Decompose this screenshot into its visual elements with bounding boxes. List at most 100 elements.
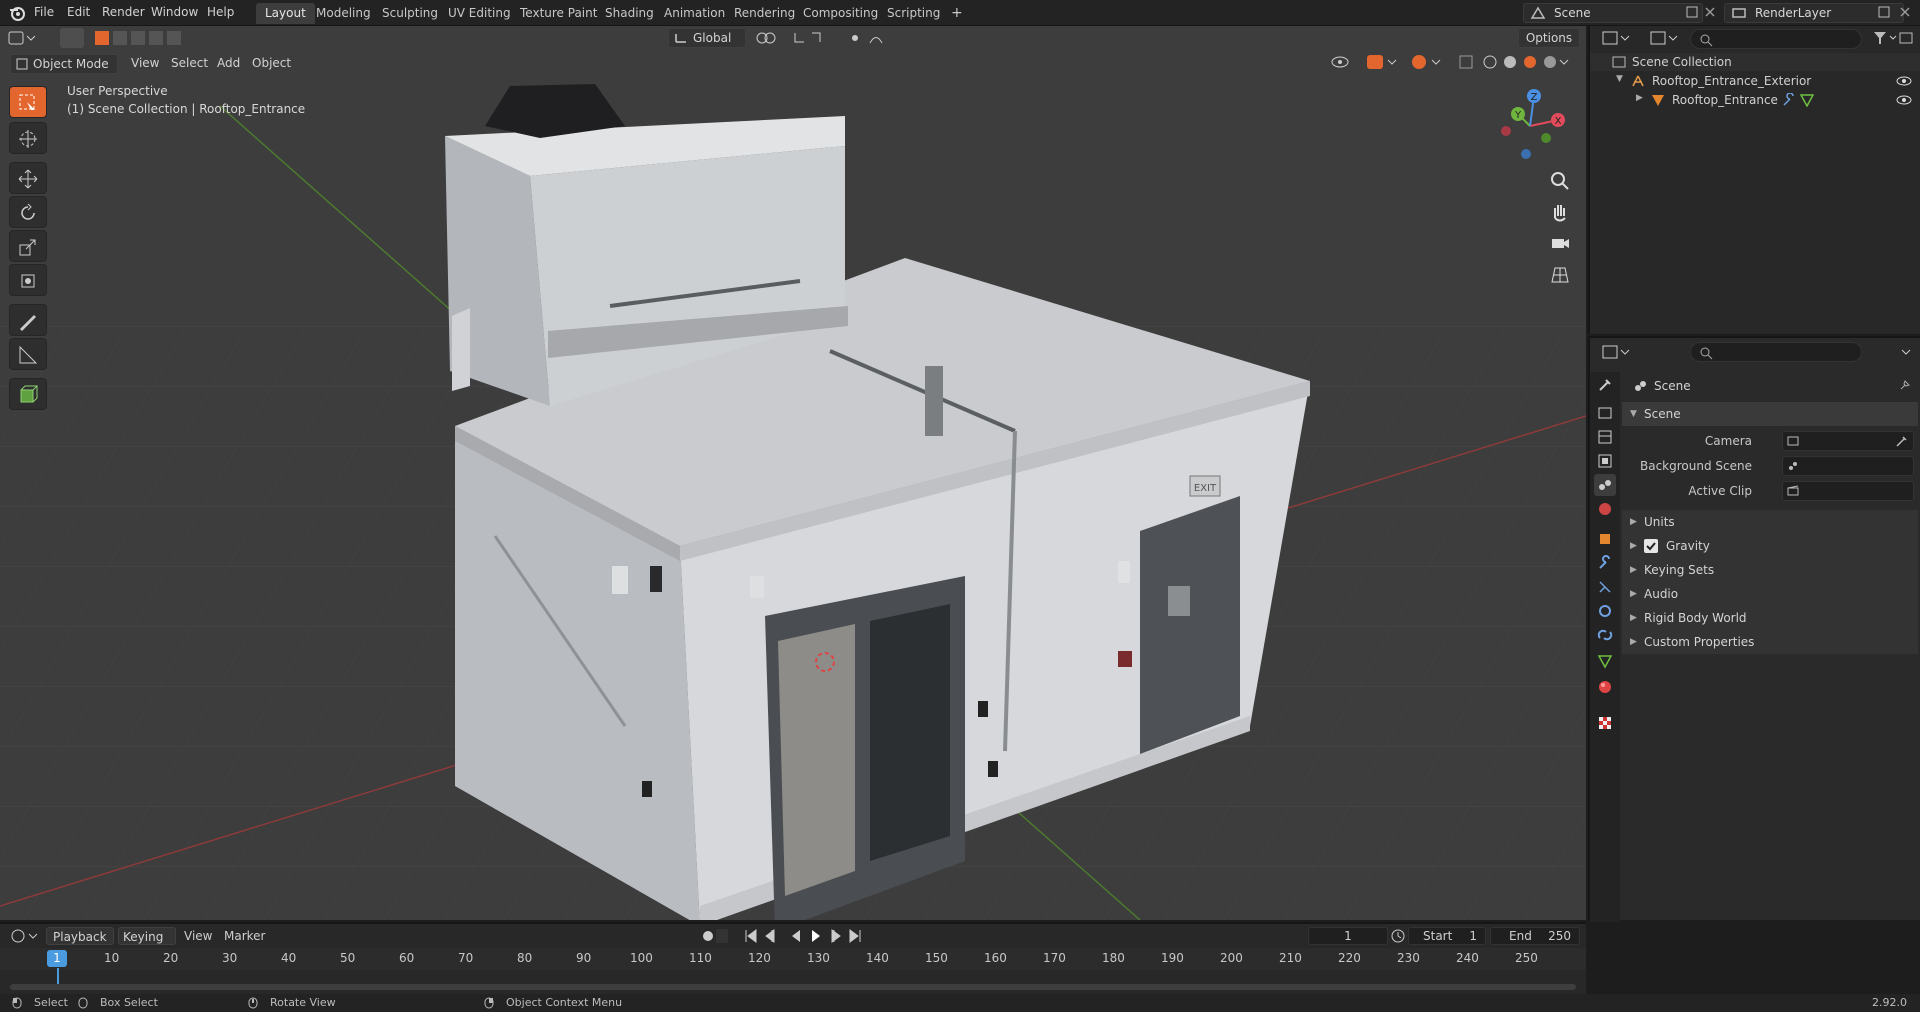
viewport-scene[interactable]: EXIT [0, 26, 1586, 920]
3d-viewport[interactable]: EXIT User Perspective (1) Scene Collecti… [0, 26, 1586, 920]
transform-orientation-dropdown[interactable]: Global [668, 28, 746, 48]
scene-tab-icon[interactable] [1594, 474, 1616, 496]
outliner-search-input[interactable] [1690, 29, 1862, 49]
timeline-menu-marker[interactable]: Marker [224, 929, 265, 943]
playback-controls-icon[interactable] [744, 928, 864, 944]
camera-view-icon[interactable] [1547, 230, 1573, 256]
custom-properties-section-header[interactable]: ▶ Custom Properties [1622, 630, 1918, 654]
menu-file[interactable]: File [34, 5, 54, 19]
tab-compositing[interactable]: Compositing [794, 3, 887, 24]
playback-dropdown[interactable]: Playback [46, 927, 114, 945]
physics-tab-icon[interactable] [1594, 600, 1616, 622]
properties-options-icon[interactable] [1898, 344, 1914, 360]
scene-section-header[interactable]: ▼ Scene [1622, 402, 1918, 426]
texture-tab-icon[interactable] [1594, 712, 1616, 734]
editor-type-icon[interactable] [8, 30, 36, 46]
menu-edit[interactable]: Edit [67, 5, 90, 19]
timeline-scrollbar[interactable] [10, 984, 1576, 990]
tab-shading[interactable]: Shading [596, 3, 663, 24]
pivot-point-icon[interactable] [754, 30, 784, 46]
properties-search-input[interactable] [1690, 342, 1862, 362]
keying-sets-section-header[interactable]: ▶ Keying Sets [1622, 558, 1918, 582]
output-tab-icon[interactable] [1594, 426, 1616, 448]
new-collection-icon[interactable] [1898, 30, 1914, 46]
pin-icon[interactable] [1898, 378, 1912, 392]
properties-editor-icon[interactable] [1602, 344, 1632, 360]
tab-animation[interactable]: Animation [655, 3, 734, 24]
material-tab-icon[interactable] [1594, 676, 1616, 698]
frame-ruler[interactable]: 1 10 20 30 40 50 60 70 80 90 100 110 120… [0, 948, 1586, 970]
outliner-root-row[interactable]: Scene Collection [1590, 53, 1920, 71]
tool-tab-icon[interactable] [1594, 374, 1616, 396]
tab-uv-editing[interactable]: UV Editing [439, 3, 520, 24]
move-tool[interactable] [9, 162, 47, 194]
units-section-header[interactable]: ▶ Units [1622, 510, 1918, 534]
visibility-eye-icon[interactable] [1896, 74, 1912, 88]
camera-field[interactable] [1782, 431, 1914, 451]
tab-rendering[interactable]: Rendering [725, 3, 804, 24]
close-view-layer-icon[interactable] [1898, 5, 1912, 19]
snap-icon[interactable] [792, 30, 842, 46]
timeline-editor-icon[interactable] [10, 928, 40, 944]
viewport-menu-object[interactable]: Object [252, 56, 291, 70]
keying-dropdown[interactable]: Keying [118, 927, 176, 945]
viewport-menu-select[interactable]: Select [171, 56, 208, 70]
constraints-tab-icon[interactable] [1594, 624, 1616, 646]
perspective-toggle-icon[interactable] [1547, 262, 1573, 288]
modifier-tab-icon[interactable] [1594, 552, 1616, 574]
add-cube-tool[interactable] [9, 378, 47, 410]
menu-render[interactable]: Render [102, 5, 145, 19]
start-frame-field[interactable]: Start 1 [1408, 927, 1486, 945]
outliner-editor-icon[interactable] [1602, 30, 1632, 46]
select-box-tool[interactable] [9, 86, 47, 118]
outliner-item-rooftop-entrance[interactable]: ▶ Rooftop_Entrance [1590, 91, 1920, 109]
data-tab-icon[interactable] [1594, 650, 1616, 672]
navigation-gizmo[interactable]: X Y Z [1490, 86, 1570, 166]
gizmo-toggle-icon[interactable] [1366, 54, 1400, 70]
end-frame-field[interactable]: End 250 [1490, 927, 1580, 945]
background-scene-field[interactable] [1782, 456, 1914, 476]
object-tab-icon[interactable] [1594, 528, 1616, 550]
filter-icon[interactable] [1872, 30, 1900, 46]
tab-scripting[interactable]: Scripting [878, 3, 949, 24]
gravity-checkbox[interactable] [1644, 539, 1658, 553]
display-mode-icon[interactable] [1650, 30, 1680, 46]
rigid-body-world-section-header[interactable]: ▶ Rigid Body World [1622, 606, 1918, 630]
measure-tool[interactable] [9, 338, 47, 370]
view-layer-tab-icon[interactable] [1594, 450, 1616, 472]
visibility-icon[interactable] [1330, 54, 1360, 70]
transform-tool[interactable] [9, 264, 47, 296]
record-icon[interactable] [700, 928, 730, 944]
scale-tool[interactable] [9, 230, 47, 262]
scene-selector[interactable]: Scene [1523, 3, 1703, 23]
cursor-tool[interactable] [9, 122, 47, 154]
menu-help[interactable]: Help [207, 5, 234, 19]
current-frame-field[interactable]: 1 [1308, 927, 1388, 945]
preview-range-icon[interactable] [1390, 928, 1406, 944]
expand-arrow-icon[interactable]: ▶ [1636, 93, 1643, 103]
gravity-section-header[interactable]: ▶ Gravity [1622, 534, 1918, 558]
shading-modes-icon[interactable] [1480, 54, 1570, 70]
tab-texture-paint[interactable]: Texture Paint [511, 3, 606, 24]
proportional-editing-icon[interactable] [848, 30, 888, 46]
viewport-menu-view[interactable]: View [131, 56, 159, 70]
rotate-tool[interactable] [9, 196, 47, 228]
annotate-tool[interactable] [9, 304, 47, 336]
overlays-toggle-icon[interactable] [1410, 54, 1444, 70]
select-tool-mode-icon[interactable] [60, 28, 84, 48]
expand-arrow-icon[interactable]: ▼ [1616, 74, 1623, 84]
visibility-eye-icon[interactable] [1896, 93, 1912, 107]
playhead[interactable]: 1 [47, 950, 67, 967]
tab-layout[interactable]: Layout [256, 3, 315, 24]
outliner-item-rooftop-entrance-exterior[interactable]: ▼ Rooftop_Entrance_Exterior [1590, 72, 1920, 90]
pan-hand-icon[interactable] [1547, 198, 1573, 224]
tab-modeling[interactable]: Modeling [307, 3, 380, 24]
options-dropdown[interactable]: Options [1518, 28, 1580, 48]
duplicate-scene-icon[interactable] [1685, 5, 1699, 19]
render-tab-icon[interactable] [1594, 402, 1616, 424]
timeline-menu-view[interactable]: View [184, 929, 212, 943]
particles-tab-icon[interactable] [1594, 576, 1616, 598]
menu-window[interactable]: Window [151, 5, 198, 19]
selection-mode-icons[interactable] [94, 30, 184, 46]
world-tab-icon[interactable] [1594, 498, 1616, 520]
